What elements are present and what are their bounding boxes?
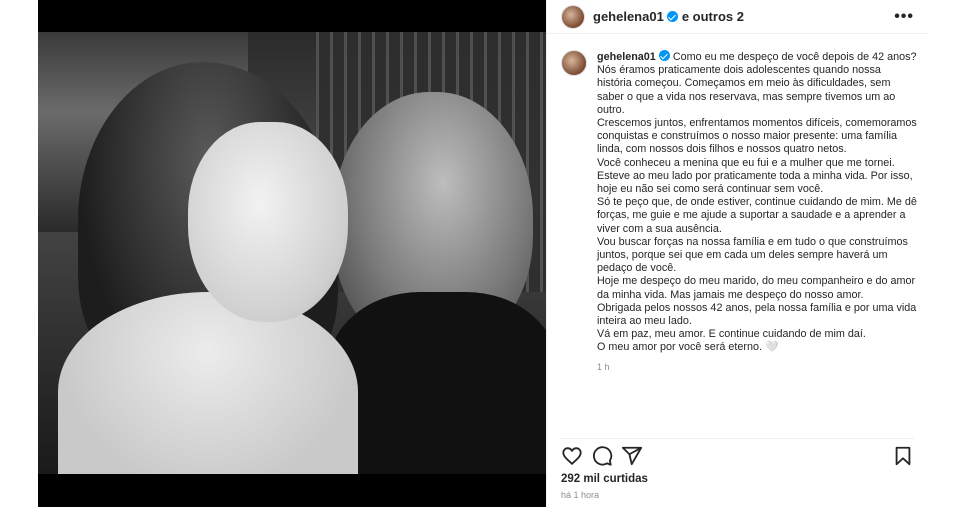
share-icon[interactable] [621,445,643,467]
heart-icon[interactable] [561,445,583,467]
caption-line: Vou buscar forças na nossa família e em … [597,235,908,275]
caption-line: Nós éramos praticamente dois adolescente… [597,64,896,116]
avatar[interactable] [561,4,585,29]
photo-woman-face [188,122,348,322]
caption-line: Crescemos juntos, enfrentamos momentos d… [597,117,917,156]
verified-badge-icon [658,50,670,61]
caption-text: gehelena01 Como eu me despeço de você de… [597,50,918,374]
comment-icon[interactable] [591,445,613,467]
post-time: há 1 hora [561,490,600,500]
caption-username[interactable]: gehelena01 [597,51,656,63]
action-bar [561,438,914,468]
caption-line: Hoje me despeço do meu marido, do meu co… [597,275,916,301]
post-photo[interactable] [38,32,546,474]
bookmark-icon[interactable] [892,445,914,467]
post-media[interactable] [38,0,546,507]
likes-count[interactable]: 292 mil curtidas [561,473,648,485]
caption-line: Só te peço que, de onde estiver, continu… [597,196,917,235]
caption-avatar[interactable] [561,50,587,76]
caption-line: O meu amor por você será eterno. 🤍 [597,341,779,354]
caption-block: gehelena01 Como eu me despeço de você de… [561,50,918,374]
header-collaborators[interactable]: e outros 2 [682,9,744,24]
photo-man-body [328,292,546,474]
verified-badge-icon [666,11,678,22]
caption-line: Obrigada pelos nossos 42 anos, pela noss… [597,301,917,328]
caption-line: Vá em paz, meu amor. E continue cuidando… [597,328,866,341]
post-header: gehelena01 e outros 2 ••• [547,0,928,34]
caption-line: Você conheceu a menina que eu fui e a mu… [597,156,913,196]
caption-timestamp: 1 h [597,361,610,372]
caption-line: Como eu me despeço de você depois de 42 … [672,51,917,63]
header-username[interactable]: gehelena01 [593,9,664,24]
post-side-panel: gehelena01 e outros 2 ••• gehelena01 Com… [546,0,928,507]
more-options-icon[interactable]: ••• [894,8,914,26]
